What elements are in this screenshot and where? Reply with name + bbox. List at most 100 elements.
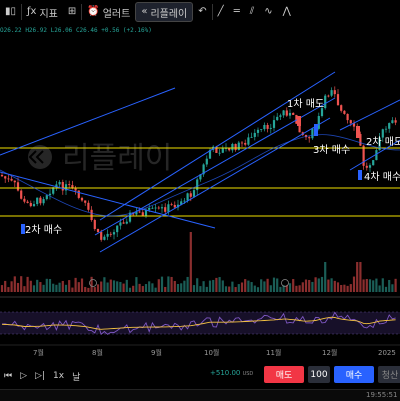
candle-body [106,233,109,237]
drawing-tool-4[interactable]: ∿ [259,0,277,24]
volume-bar [176,283,180,292]
volume-bar [80,278,84,292]
svg-text:1차 매도: 1차 매도 [287,98,324,110]
volume-bar [189,232,192,292]
play-button[interactable]: ▷ [16,371,31,381]
volume-bar [292,279,295,292]
candle-body [368,165,372,168]
sell-button[interactable]: 매도 [264,366,304,383]
volume-bar [244,279,247,292]
volume-bar [186,276,189,292]
trendline-right-top[interactable] [339,99,400,131]
candle-body [84,200,87,203]
drawing-tool-5[interactable]: ⋀ [278,0,296,24]
candle-body [80,197,84,201]
volume-bar [119,281,122,292]
candle-body [388,123,391,129]
close-position-button[interactable]: 청산 [378,366,400,383]
drawing-tool-1[interactable]: ╱ [213,0,229,24]
x-axis: 7월 8월 9월 10월 11월 12월 2025 [33,348,396,357]
candle-body [231,143,234,151]
trendline-channel-bottom[interactable] [99,117,331,253]
candle-body [269,127,272,129]
volume-bar [36,279,39,292]
x-tick-nov: 11월 [266,348,281,357]
volume-bar [122,283,125,292]
candle-body [186,193,189,201]
chart-canvas[interactable]: 리플레이 1차 매도 2차 매수 3차 매수 2차 매도 4차 매수 7월 8월… [0,0,400,400]
candle-body [23,198,26,202]
interval-button[interactable]: 날 [68,370,84,383]
replay-button[interactable]: « 리플레이 [135,2,194,22]
horizontal-line-tool-icon: ═ [233,6,240,17]
trendline-lower-left[interactable] [0,171,216,229]
undo-icon: ↶ [198,6,207,17]
volume-bar [13,276,16,292]
volume-bar [74,277,77,292]
volume-bar [333,280,336,292]
volume-bar [61,280,64,292]
buy-button[interactable]: 매수 [334,366,374,383]
volume-bar [173,280,176,292]
volume-bar [96,284,100,292]
candle-body [234,143,237,151]
ohlc-high: H26.92 [25,27,47,34]
volume-bar [266,278,269,292]
select-bar-button[interactable]: ⏮ [0,371,16,381]
alarm-clock-icon: ⏰ [87,6,100,17]
x-tick-2025: 2025 [378,349,396,357]
wave-tool-icon: ∿ [264,6,273,17]
volume-bar [77,282,80,292]
volume-bar [269,285,272,292]
candle-body [36,197,39,205]
drawing-tool-3[interactable]: ⫽ [245,0,259,24]
indicators-button[interactable]: ƒx 지표 [22,0,63,24]
volume-bar [365,278,368,292]
candle-body [164,207,167,212]
quantity-field[interactable]: 100 [308,366,330,383]
candle-body [343,110,346,114]
candle-body [266,124,269,129]
ohlc-close: C26.46 [75,27,98,34]
pnl-display: +510.00 USD [210,369,253,377]
candle-body [45,195,48,200]
x-tick-jul: 7월 [33,348,44,357]
volume-bar [55,284,58,292]
layout-button[interactable]: ⊞ [63,0,81,24]
alert-label: 얼러트 [102,8,131,20]
volume-bar [256,287,260,292]
trendline-tool-icon: ╱ [217,6,224,17]
candles-icon: ▮▯ [5,6,17,17]
candle-body [4,176,7,179]
drawing-tool-2[interactable]: ═ [229,0,245,24]
chart-type-button[interactable]: ▮▯ [0,0,21,24]
channel-tool-icon: ⫽ [249,6,255,17]
candle-body [100,231,103,240]
candle-body [20,190,23,199]
pnl-currency: USD [242,371,254,377]
step-forward-button[interactable]: ▷| [31,371,49,381]
candle-body [327,95,330,97]
watermark-text: 리플레이 [62,141,172,176]
undo-button[interactable]: ↶ [193,0,211,24]
volume-bar [253,285,256,292]
candle-body [308,137,311,139]
candle-body [77,190,80,198]
volume-bar [0,285,4,292]
candle-body [93,220,96,229]
candle-body [13,180,16,183]
alert-button[interactable]: ⏰ 얼러트 [82,0,135,24]
volume-bar [304,279,308,292]
candle-body [61,181,64,191]
candle-body [292,112,295,115]
ohlc-change: +0.56 (+2.16%) [101,27,152,34]
svg-text:3차 매수: 3차 매수 [313,144,350,156]
volume-bar [154,287,157,292]
volume-bar [93,287,96,292]
candle-body [330,90,333,96]
speed-button[interactable]: 1x [49,371,68,381]
candle-body [154,207,157,209]
candle-body [7,178,10,180]
volume-bar [221,280,224,292]
candle-body [276,116,279,121]
